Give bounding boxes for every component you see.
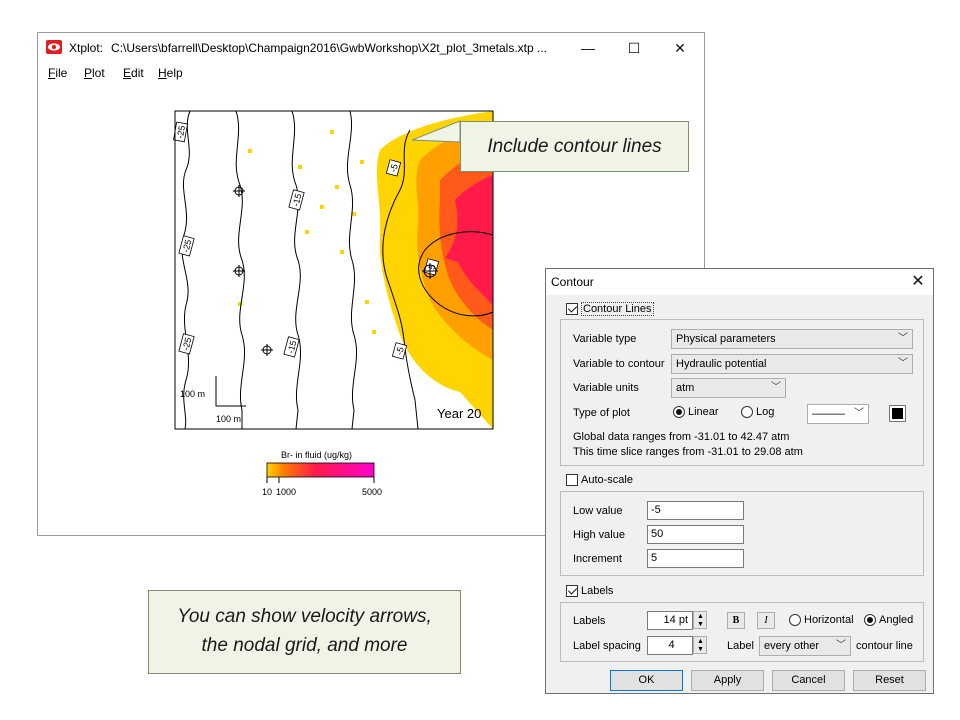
contour-lines-group: Variable type Physical parameters ﹀ Varia…	[560, 319, 924, 466]
line-style-value: ———	[812, 408, 845, 420]
low-value-input[interactable]: -5	[647, 501, 744, 520]
chevron-down-icon: ﹀	[771, 382, 781, 393]
callout-bottom-line1: You can show velocity arrows,	[177, 606, 432, 627]
variable-units-select[interactable]: atm ﹀	[671, 378, 786, 398]
variable-contour-label: Variable to contour	[573, 358, 665, 370]
increment-label: Increment	[573, 553, 622, 565]
radio-icon	[673, 406, 685, 418]
callout-bottom-line2: the nodal grid, and more	[201, 635, 408, 656]
legend-tick-10: 10	[262, 487, 272, 497]
label-spacing-label: Label spacing	[573, 640, 641, 652]
checkbox-icon	[566, 585, 578, 597]
contour-label: -25	[180, 238, 193, 253]
scale-horizontal-label: 100 m	[216, 414, 241, 424]
contour-dialog: Contour ✕ Contour Lines Variable type Ph…	[545, 268, 934, 694]
auto-scale-label: Auto-scale	[581, 474, 633, 486]
bold-button[interactable]: B	[727, 612, 745, 629]
chevron-down-icon: ﹀	[898, 358, 908, 369]
labels-group: Labels 14 pt ▲ ▼ B I Horizontal Angled La…	[560, 602, 924, 662]
legend-bar	[266, 462, 375, 478]
global-range-text: Global data ranges from -31.01 to 42.47 …	[573, 431, 790, 443]
plot-linear-label: Linear	[688, 406, 719, 418]
high-value-label: High value	[573, 529, 625, 541]
orient-angled-label: Angled	[879, 614, 914, 626]
variable-units-label: Variable units	[573, 382, 639, 394]
callout-more-options: You can show velocity arrows, the nodal …	[148, 590, 461, 674]
legend-title: Br- in fluid (ug/kg)	[281, 450, 352, 460]
orient-horizontal-radio[interactable]: Horizontal	[789, 614, 854, 626]
contour-lines-label: Contour Lines	[581, 302, 654, 316]
chevron-down-icon: ﹀	[898, 333, 908, 344]
color-legend: Br- in fluid (ug/kg) 10 1000 5000	[262, 450, 382, 497]
line-color-button[interactable]	[889, 405, 906, 422]
variable-type-label: Variable type	[573, 333, 637, 345]
contour-label: -15	[290, 192, 303, 207]
legend-tick-1000: 1000	[276, 487, 296, 497]
variable-contour-value: Hydraulic potential	[676, 358, 767, 370]
variable-contour-select[interactable]: Hydraulic potential ﹀	[671, 354, 913, 374]
variable-type-select[interactable]: Physical parameters ﹀	[671, 329, 913, 349]
legend-tick-5000: 5000	[362, 487, 382, 497]
label-word: Label	[727, 640, 754, 652]
dialog-title: Contour	[551, 275, 594, 289]
contour-label: -25	[180, 336, 193, 351]
label-frequency-select[interactable]: every other ﹀	[759, 636, 851, 656]
orient-horizontal-label: Horizontal	[804, 614, 854, 626]
well-icon	[233, 185, 245, 197]
labels-checkbox-label: Labels	[581, 585, 614, 597]
scale-bar: 100 m 100 m	[180, 376, 246, 424]
checkbox-icon	[566, 303, 578, 315]
plot-log-radio[interactable]: Log	[741, 406, 774, 418]
ok-button[interactable]: OK	[610, 670, 683, 691]
labels-size-label: Labels	[573, 615, 606, 627]
chevron-down-icon: ﹀	[854, 408, 864, 419]
variable-type-value: Physical parameters	[676, 333, 776, 345]
labels-size-input[interactable]: 14 pt	[647, 611, 693, 630]
line-style-select[interactable]: ——— ﹀	[807, 404, 869, 424]
apply-button[interactable]: Apply	[691, 670, 764, 691]
high-value-input[interactable]: 50	[647, 525, 744, 544]
cancel-button[interactable]: Cancel	[772, 670, 845, 691]
well-icon	[261, 344, 273, 356]
contour-line-word: contour line	[856, 640, 913, 652]
callout-contour-lines: Include contour lines	[460, 121, 689, 172]
variable-units-value: atm	[676, 382, 695, 394]
dialog-close-button[interactable]: ✕	[909, 271, 927, 291]
increment-input[interactable]: 5	[647, 549, 744, 568]
checkbox-icon	[566, 474, 578, 486]
labels-size-spinner[interactable]: ▲ ▼	[693, 611, 707, 629]
slice-range-text: This time slice ranges from -31.01 to 29…	[573, 446, 803, 458]
contour-lines-checkbox[interactable]: Contour Lines	[566, 302, 654, 316]
plot-linear-radio[interactable]: Linear	[673, 406, 719, 418]
concentration-field	[238, 111, 493, 429]
chevron-down-icon: ﹀	[836, 640, 846, 651]
plot-log-label: Log	[756, 406, 775, 418]
radio-icon	[741, 406, 753, 418]
reset-button[interactable]: Reset	[853, 670, 926, 691]
auto-scale-group: Low value -5 High value 50 Increment 5	[560, 491, 924, 576]
callout-pointer	[412, 120, 461, 143]
type-of-plot-label: Type of plot	[573, 407, 630, 419]
auto-scale-checkbox[interactable]: Auto-scale	[566, 473, 633, 487]
labels-checkbox[interactable]: Labels	[566, 584, 613, 598]
year-label: Year 20	[437, 406, 481, 421]
scale-vertical-label: 100 m	[180, 389, 205, 399]
contour-label: -15	[285, 339, 298, 354]
orient-angled-radio[interactable]: Angled	[864, 614, 913, 626]
label-spacing-input[interactable]: 4	[647, 636, 693, 655]
dialog-titlebar[interactable]: Contour ✕	[546, 269, 933, 295]
low-value-label: Low value	[573, 505, 623, 517]
radio-icon	[789, 614, 801, 626]
italic-button[interactable]: I	[757, 612, 775, 629]
label-frequency-value: every other	[764, 640, 820, 652]
label-spacing-spinner[interactable]: ▲ ▼	[693, 636, 707, 654]
radio-icon	[864, 614, 876, 626]
